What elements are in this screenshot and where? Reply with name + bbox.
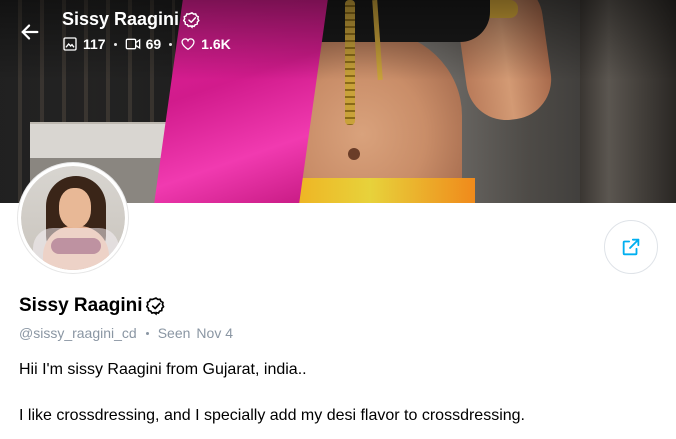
share-button[interactable] — [604, 220, 658, 274]
header-stats: 117 69 1.6K — [62, 36, 231, 52]
photos-count[interactable]: 117 — [62, 36, 106, 52]
last-seen-label: Seen — [157, 325, 191, 341]
verified-badge-icon — [183, 11, 201, 29]
bio-line: I like crossdressing, and I specially ad… — [19, 407, 525, 424]
separator-dot — [169, 42, 173, 46]
heart-icon — [181, 38, 195, 51]
header-name: Sissy Raagini — [62, 9, 180, 29]
arrow-left-icon — [21, 24, 39, 40]
profile-name-row: Sissy Raagini — [19, 295, 166, 317]
photos-count-label: 117 — [83, 36, 106, 52]
header-name-row: Sissy Raagini — [62, 9, 231, 30]
separator-dot — [113, 42, 117, 46]
avatar-image — [21, 166, 125, 270]
bio-line: Hii I'm sissy Raagini from Gujarat, indi… — [19, 361, 307, 378]
profile-bio: Hii I'm sissy Raagini from Gujarat, indi… — [19, 360, 659, 439]
profile-handle: @sissy_raagini_cd — [19, 325, 137, 341]
profile-name: Sissy Raagini — [19, 295, 143, 316]
handle-row: @sissy_raagini_cd Seen Nov 4 — [19, 325, 233, 341]
likes-count-label: 1.6K — [201, 36, 231, 52]
back-button[interactable] — [12, 14, 48, 50]
last-seen-date: Nov 4 — [196, 325, 233, 341]
video-icon — [125, 38, 140, 50]
likes-count[interactable]: 1.6K — [180, 36, 231, 52]
videos-count[interactable]: 69 — [125, 36, 162, 52]
verified-badge-icon — [145, 296, 166, 316]
share-icon — [622, 238, 640, 256]
avatar[interactable] — [18, 163, 128, 273]
cover-figure — [348, 148, 360, 160]
videos-count-label: 69 — [145, 36, 162, 52]
image-icon — [63, 37, 77, 51]
separator-dot — [145, 331, 149, 335]
header-info: Sissy Raagini 117 69 1.6K — [62, 9, 231, 52]
